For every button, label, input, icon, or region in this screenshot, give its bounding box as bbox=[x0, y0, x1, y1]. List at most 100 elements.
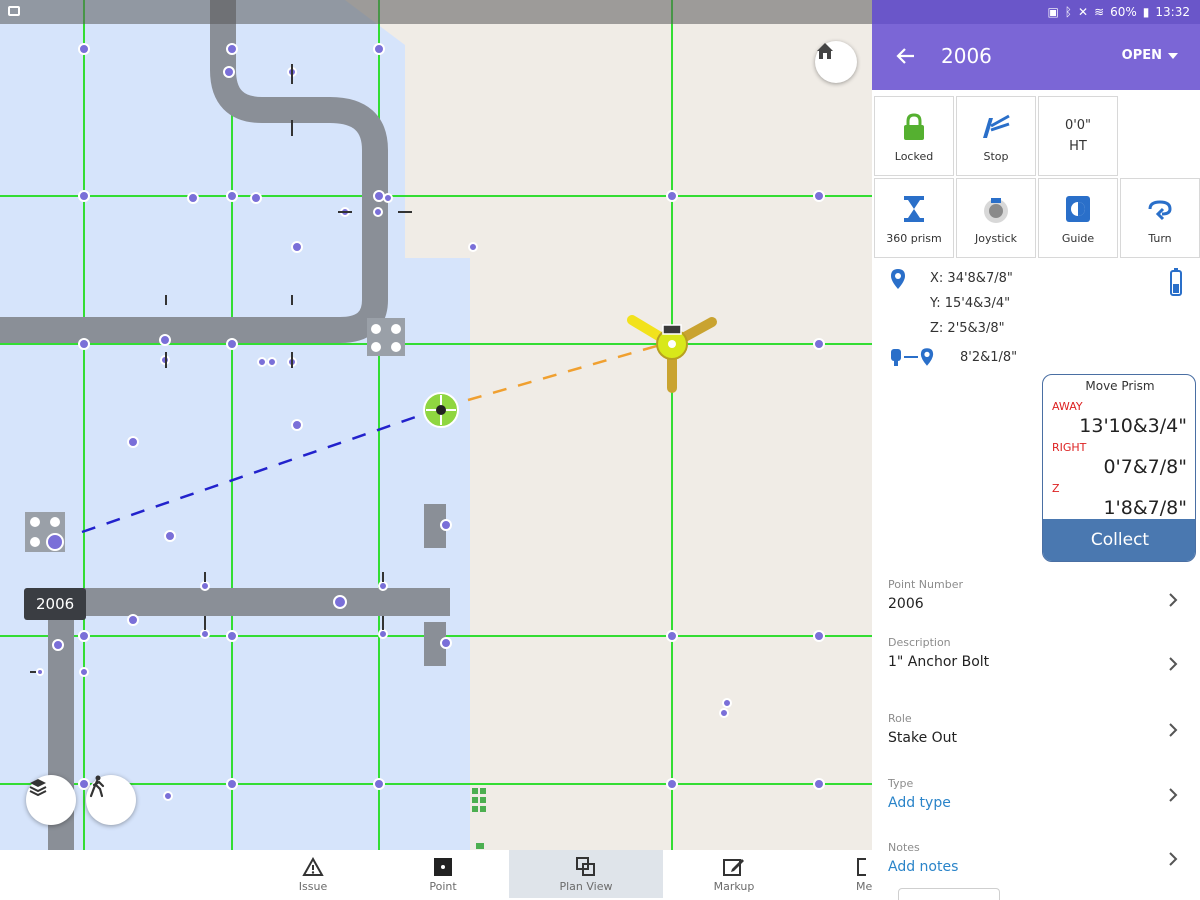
instrument-battery-icon bbox=[1170, 268, 1182, 296]
tool-ht[interactable]: 0'0" HT bbox=[1038, 96, 1118, 176]
away-label: AWAY bbox=[1052, 400, 1083, 413]
more-icon bbox=[856, 856, 866, 878]
field-notes-label: Notes bbox=[888, 841, 920, 854]
chevron-right-icon bbox=[1169, 593, 1178, 607]
add-type-link[interactable]: Add type bbox=[888, 795, 951, 811]
chevron-right-icon bbox=[1169, 723, 1178, 737]
status-dropdown[interactable]: OPEN bbox=[1122, 48, 1178, 63]
add-notes-link[interactable]: Add notes bbox=[888, 859, 958, 875]
z-label: Z bbox=[1052, 482, 1060, 495]
markup-icon bbox=[722, 856, 746, 878]
green-markers bbox=[472, 788, 486, 849]
screen-icon bbox=[8, 6, 20, 16]
move-prism-title: Move Prism bbox=[1085, 379, 1155, 393]
toolbar-point-label: Point bbox=[429, 879, 457, 893]
back-button[interactable] bbox=[894, 44, 922, 72]
selected-point-label: 2006 bbox=[24, 588, 87, 620]
caret-down-icon bbox=[1168, 52, 1178, 59]
toolbar-more-label: Me bbox=[856, 879, 872, 893]
z-value: 1'8&7/8" bbox=[1103, 497, 1187, 519]
sim-icon: ▣ bbox=[1047, 5, 1059, 19]
right-value: 0'7&7/8" bbox=[1103, 456, 1187, 478]
plan-view-map[interactable]: 2006 bbox=[0, 0, 872, 850]
toolbar-more[interactable]: Me bbox=[800, 850, 872, 898]
plan-view-icon bbox=[575, 856, 597, 878]
coord-z: Z: 2'5&3/8" bbox=[930, 321, 1005, 336]
arrow-left-icon bbox=[896, 48, 914, 64]
app-bar: 2006 OPEN bbox=[872, 24, 1200, 90]
walk-mode-button[interactable] bbox=[86, 775, 136, 825]
toolbar-plan-view-label: Plan View bbox=[559, 879, 613, 893]
coordinates-readout: X: 34'8&7/8" Y: 15'4&3/4" Z: 2'5&3/8" 8'… bbox=[872, 262, 1200, 372]
coord-y: Y: 15'4&3/4" bbox=[930, 296, 1011, 311]
target-point bbox=[423, 392, 459, 428]
toolbar-point[interactable]: Point bbox=[366, 850, 520, 898]
field-point-number[interactable]: Point Number 2006 bbox=[872, 578, 1200, 638]
field-role[interactable]: Role Stake Out bbox=[872, 712, 1200, 772]
location-pin-icon bbox=[891, 269, 905, 289]
tool-turn-label: Turn bbox=[1148, 231, 1172, 245]
tool-guide[interactable]: Guide bbox=[1038, 178, 1118, 258]
field-description[interactable]: Description 1" Anchor Bolt bbox=[872, 636, 1200, 696]
tool-joystick[interactable]: Joystick bbox=[956, 178, 1036, 258]
tool-locked[interactable]: Locked bbox=[874, 96, 954, 176]
field-point-number-label: Point Number bbox=[888, 578, 963, 591]
bottom-toolbar: Issue Point Plan View Markup Me bbox=[0, 850, 872, 900]
clock: 13:32 bbox=[1155, 5, 1190, 19]
bluetooth-icon: ᛒ bbox=[1064, 5, 1072, 19]
layers-button[interactable] bbox=[26, 775, 76, 825]
distance-value: 8'2&1/8" bbox=[960, 350, 1018, 365]
turn-icon bbox=[1145, 192, 1175, 226]
total-station-instrument bbox=[627, 315, 717, 393]
point-icon bbox=[432, 856, 454, 878]
tool-guide-label: Guide bbox=[1061, 231, 1095, 245]
tool-stop-label: Stop bbox=[983, 149, 1009, 163]
beam bbox=[84, 588, 450, 616]
page-title: 2006 bbox=[941, 44, 992, 68]
tool-turn[interactable]: Turn bbox=[1120, 178, 1200, 258]
tool-360-prism-label: 360 prism bbox=[886, 231, 942, 245]
away-value: 13'10&3/4" bbox=[1079, 415, 1187, 437]
joystick-icon bbox=[981, 192, 1011, 226]
chevron-right-icon bbox=[1169, 788, 1178, 802]
tool-360-prism[interactable]: 360 prism bbox=[874, 178, 954, 258]
battery-icon: ▮ bbox=[1142, 5, 1150, 19]
toolbar-issue-label: Issue bbox=[298, 879, 328, 893]
chevron-right-icon bbox=[1169, 657, 1178, 671]
field-description-label: Description bbox=[888, 636, 951, 649]
field-type-label: Type bbox=[888, 777, 914, 790]
app-root: 2006 Issue Point Plan View Markup Me ▣ ᛒ… bbox=[0, 0, 1200, 900]
home-button[interactable] bbox=[815, 41, 857, 83]
warning-icon bbox=[302, 856, 324, 878]
mute-icon: ✕ bbox=[1078, 5, 1089, 19]
guide-icon bbox=[1064, 192, 1092, 226]
toolbar-plan-view[interactable]: Plan View bbox=[509, 850, 663, 898]
system-status-bar: ▣ ᛒ ✕ ≋ 60% ▮ 13:32 bbox=[872, 0, 1200, 24]
field-role-value: Stake Out bbox=[888, 730, 958, 746]
map-canvas[interactable] bbox=[0, 0, 872, 850]
field-description-value: 1" Anchor Bolt bbox=[888, 654, 990, 670]
tool-joystick-label: Joystick bbox=[974, 231, 1017, 245]
field-type[interactable]: Type Add type bbox=[872, 777, 1200, 837]
tool-ht-label: HT bbox=[1069, 139, 1087, 154]
toolbar-markup[interactable]: Markup bbox=[657, 850, 811, 898]
map-status-overlay bbox=[0, 0, 872, 24]
toolbar-markup-label: Markup bbox=[713, 879, 755, 893]
battery-percent: 60% bbox=[1110, 5, 1137, 19]
notes-input-edge[interactable] bbox=[898, 888, 1000, 900]
wifi-icon: ≋ bbox=[1094, 5, 1105, 19]
lock-icon bbox=[902, 110, 926, 144]
right-label: RIGHT bbox=[1052, 441, 1087, 454]
prism-icon bbox=[900, 192, 928, 226]
status-dropdown-label: OPEN bbox=[1121, 48, 1162, 63]
move-prism-card: Move Prism AWAY 13'10&3/4" RIGHT 0'7&7/8… bbox=[1042, 374, 1196, 562]
field-point-number-value: 2006 bbox=[888, 596, 924, 612]
move-prism-panel: Move Prism AWAY 13'10&3/4" RIGHT 0'7&7/8… bbox=[1042, 374, 1196, 562]
field-role-label: Role bbox=[888, 712, 912, 725]
guide-line-orange bbox=[467, 343, 661, 402]
collect-button[interactable]: Collect bbox=[1043, 519, 1195, 561]
home-icon bbox=[817, 43, 833, 59]
stop-laser-icon bbox=[979, 110, 1013, 144]
tool-stop[interactable]: Stop bbox=[956, 96, 1036, 176]
chevron-right-icon bbox=[1169, 852, 1178, 866]
